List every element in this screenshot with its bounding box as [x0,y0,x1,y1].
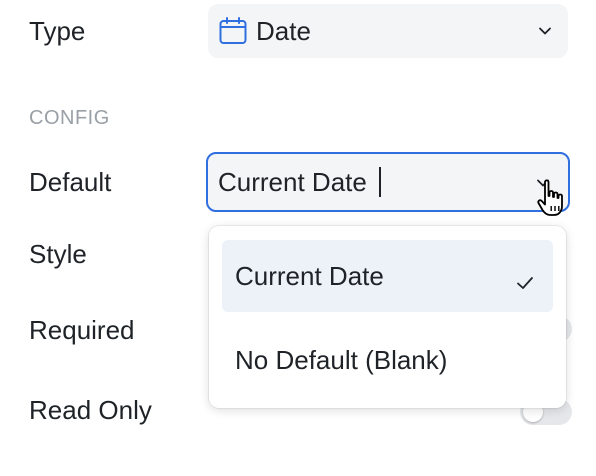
section-heading-config: CONFIG [29,107,110,129]
default-select[interactable]: Current Date [206,152,570,212]
check-icon [515,267,535,289]
chevron-down-icon [536,22,554,40]
default-label: Default [29,167,112,197]
text-caret [378,167,381,197]
option-label: Current Date [235,261,384,291]
option-label: No Default (Blank) [235,345,448,375]
dropdown-option-current-date[interactable]: Current Date [222,240,553,312]
dropdown-option-no-default[interactable]: No Default (Blank) [222,324,553,396]
style-label: Style [29,239,87,269]
calendar-icon [218,16,248,46]
type-select-value: Date [256,16,311,46]
type-label: Type [29,16,86,46]
default-select-value: Current Date [218,167,367,197]
required-label: Required [29,315,135,345]
hand-pointer-cursor-icon [532,176,572,220]
default-dropdown-menu: Current Date No Default (Blank) [209,226,566,408]
type-select[interactable]: Date [208,4,568,58]
read-only-label: Read Only [29,395,152,425]
